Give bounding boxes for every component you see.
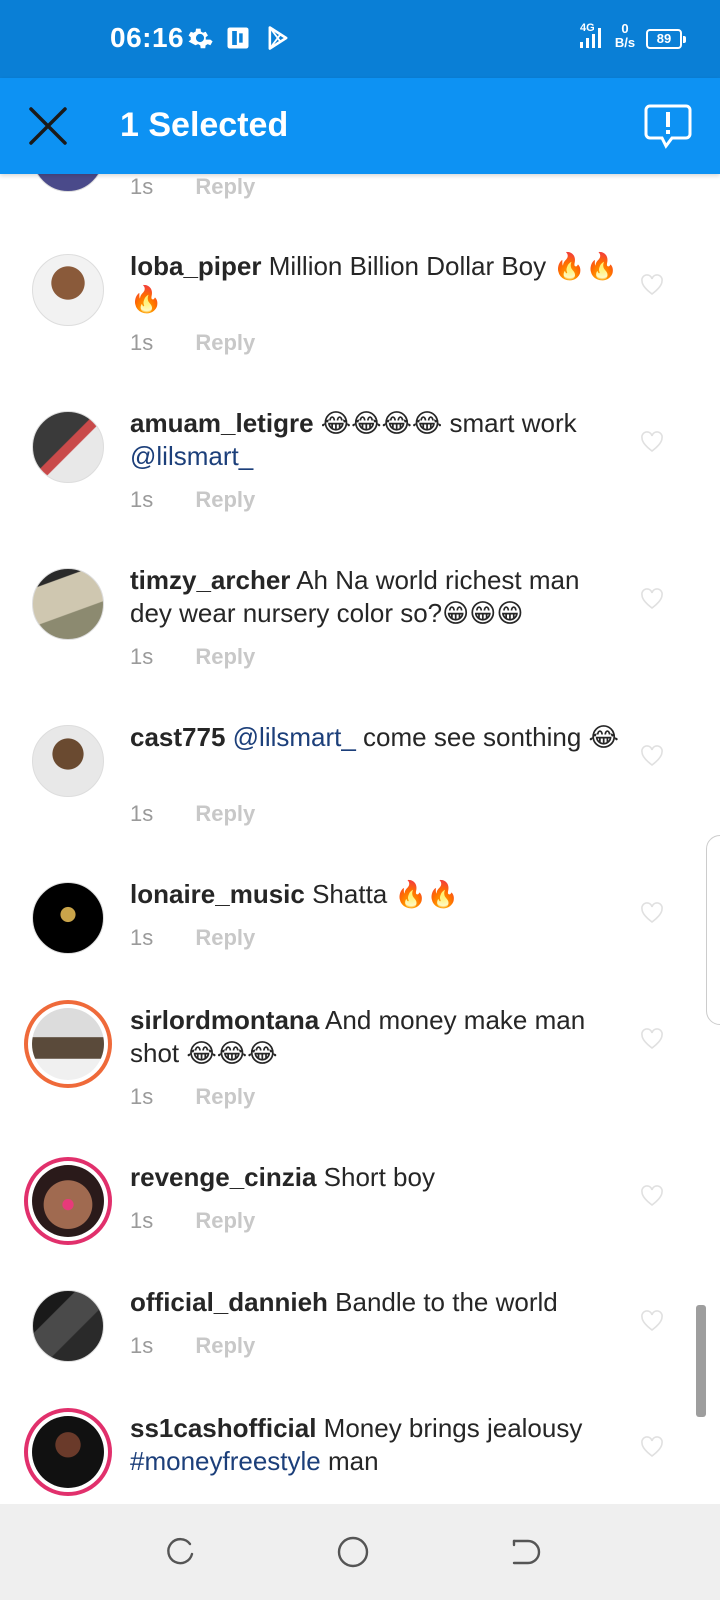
comment-meta: 1s Reply — [130, 925, 255, 951]
reply-button[interactable]: Reply — [195, 174, 255, 199]
back-icon[interactable] — [506, 1534, 542, 1570]
comment-body: come see sonthing 😂 — [355, 722, 619, 752]
comment-text: sirlordmontana And money make man shot 😂… — [130, 1004, 620, 1070]
reply-button[interactable]: Reply — [195, 925, 255, 950]
like-heart-icon[interactable] — [640, 1436, 664, 1458]
comment-text: loba_piper Million Billion Dollar Boy 🔥🔥… — [130, 250, 620, 316]
signal-icon: 4G — [580, 22, 601, 48]
comment-meta: 1s Reply — [130, 1333, 255, 1359]
avatar[interactable] — [32, 254, 104, 326]
comment-meta: 1s Reply — [130, 487, 255, 513]
avatar-story[interactable] — [24, 1000, 112, 1088]
comment-meta: 1s Reply — [130, 644, 255, 670]
status-time: 06:16 — [110, 22, 185, 53]
comment-username[interactable]: cast775 — [130, 722, 225, 752]
reply-button[interactable]: Reply — [195, 487, 255, 512]
avatar[interactable] — [32, 174, 104, 192]
comment-body-end: man — [320, 1446, 379, 1476]
comment-meta: 1s Reply — [130, 1208, 255, 1234]
comment-time: 1s — [130, 174, 154, 199]
comment-time: 1s — [130, 644, 154, 669]
battery-indicator: 89 — [646, 29, 686, 49]
like-heart-icon[interactable] — [640, 588, 664, 610]
comment-text: lonaire_music Shatta 🔥🔥 — [130, 878, 620, 911]
reply-button[interactable]: Reply — [195, 801, 255, 826]
comment-text: timzy_archer Ah Na world richest man dey… — [130, 564, 620, 630]
comment-body: Bandle to the world — [327, 1287, 558, 1317]
comment-body: Money brings jealousy — [316, 1413, 583, 1443]
comment-time: 1s — [130, 1333, 154, 1358]
comment-text: official_dannieh Bandle to the world — [130, 1286, 620, 1319]
status-bar: 06:16 4G 0 B/s 89 — [0, 0, 720, 78]
reply-button[interactable]: Reply — [195, 1208, 255, 1233]
like-heart-icon[interactable] — [640, 1028, 664, 1050]
like-heart-icon[interactable] — [640, 1310, 664, 1332]
comment-text: amuam_letigre 😂😂😂😂 smart work @lilsmart_ — [130, 407, 620, 473]
reply-button[interactable]: Reply — [195, 644, 255, 669]
selection-count-title: 1 Selected — [120, 106, 289, 144]
comment-time: 1s — [130, 330, 154, 355]
avatar[interactable] — [32, 882, 104, 954]
home-icon[interactable] — [335, 1534, 371, 1570]
avatar[interactable] — [32, 1290, 104, 1362]
speed-unit: B/s — [614, 35, 636, 50]
comment-username[interactable]: lonaire_music — [130, 879, 305, 909]
avatar[interactable] — [32, 411, 104, 483]
reply-button[interactable]: Reply — [195, 1084, 255, 1109]
comment-username[interactable]: timzy_archer — [130, 565, 290, 595]
svg-text:4G: 4G — [580, 22, 595, 34]
like-heart-icon[interactable] — [640, 274, 664, 296]
close-icon[interactable] — [22, 100, 74, 152]
comments-list[interactable]: 1s Reply loba_piper Million Billion Doll… — [0, 174, 720, 1504]
side-edge-tab[interactable] — [706, 835, 720, 1025]
avatar[interactable] — [32, 568, 104, 640]
gear-icon — [188, 28, 213, 49]
selection-action-bar: 1 Selected — [0, 78, 720, 174]
like-heart-icon[interactable] — [640, 902, 664, 924]
system-nav-bar — [0, 1504, 720, 1600]
app-icon — [227, 27, 249, 49]
speed-value: 0 — [621, 21, 629, 36]
play-store-icon — [268, 26, 288, 50]
comment-meta: 1s Reply — [130, 174, 255, 200]
network-speed: 0 B/s — [610, 22, 640, 50]
mention-link[interactable]: @lilsmart_ — [225, 722, 356, 752]
comment-time: 1s — [130, 801, 154, 826]
comment-body: Shatta 🔥🔥 — [304, 879, 460, 909]
comment-username[interactable]: official_dannieh — [130, 1287, 328, 1317]
like-heart-icon[interactable] — [640, 1185, 664, 1207]
comment-text: cast775 @lilsmart_ come see sonthing 😂 — [130, 721, 620, 754]
scrollbar[interactable] — [696, 1305, 706, 1417]
comment-meta: 1s Reply — [130, 1084, 255, 1110]
comment-body: Short boy — [316, 1162, 435, 1192]
comment-username[interactable]: amuam_letigre — [130, 408, 314, 438]
comment-username[interactable]: revenge_cinzia — [130, 1162, 316, 1192]
avatar-story[interactable] — [24, 1157, 112, 1245]
report-icon[interactable] — [642, 100, 694, 152]
comment-time: 1s — [130, 487, 154, 512]
comment-time: 1s — [130, 1084, 154, 1109]
comment-meta: 1s Reply — [130, 330, 255, 356]
comment-text: ss1cashofficial Money brings jealousy #m… — [130, 1412, 620, 1478]
recents-icon[interactable] — [162, 1534, 198, 1570]
comment-meta: 1s Reply — [130, 801, 255, 827]
reply-button[interactable]: Reply — [195, 330, 255, 355]
comment-username[interactable]: ss1cashofficial — [130, 1413, 316, 1443]
mention-link[interactable]: @lilsmart_ — [130, 441, 253, 471]
comment-time: 1s — [130, 925, 154, 950]
comment-text: revenge_cinzia Short boy — [130, 1161, 620, 1194]
like-heart-icon[interactable] — [640, 745, 664, 767]
avatar[interactable] — [32, 725, 104, 797]
comment-username[interactable]: sirlordmontana — [130, 1005, 319, 1035]
comment-time: 1s — [130, 1208, 154, 1233]
avatar-story[interactable] — [24, 1408, 112, 1496]
comment-username[interactable]: loba_piper — [130, 251, 261, 281]
comment-body: 😂😂😂😂 smart work — [313, 408, 577, 438]
hashtag-link[interactable]: #moneyfreestyle — [130, 1446, 321, 1476]
reply-button[interactable]: Reply — [195, 1333, 255, 1358]
like-heart-icon[interactable] — [640, 431, 664, 453]
